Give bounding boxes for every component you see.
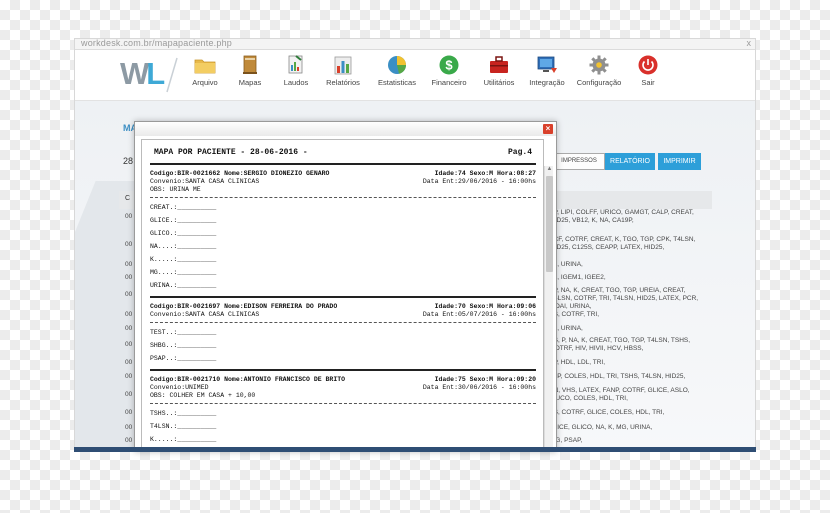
close-icon[interactable]: × [543, 124, 553, 134]
app-header: WL Arquivo Mapas Laudos Relatórios Estat… [75, 50, 755, 101]
patient-id-line: Codigo:BIR-0021697 Nome:EDISON FERREIRA … [150, 303, 536, 310]
divider [150, 322, 536, 323]
row-id: 00 [125, 391, 133, 398]
row-exams: ..3, URINA, [550, 261, 583, 268]
row-id: 00 [125, 373, 133, 380]
scroll-thumb[interactable] [546, 176, 553, 272]
patient-obs-line: OBS: COLHER EM CASA + 10,00 [150, 392, 256, 399]
exam-line: TSHS..:__________ [150, 410, 217, 417]
row-exams: ..CF, COTRF, CREAT, K, TGO, TGP, CPK, T4… [550, 236, 696, 251]
patient-convenio-line: Convenio:UNIMED Data Ent:30/06/2016 - 16:… [150, 384, 536, 391]
row-id: 00 [125, 311, 133, 318]
nav-sair[interactable]: Sair [616, 54, 680, 87]
exam-line: K.....:__________ [150, 256, 217, 263]
column-header: C [125, 195, 131, 202]
browser-close-icon[interactable]: x [747, 39, 752, 48]
report-modal: × MAPA POR PACIENTE - 28-06-2016 - Pag.4… [134, 121, 557, 452]
exam-line: CREAT.:__________ [150, 204, 217, 211]
row-id: 00 [125, 409, 133, 416]
report-icon [288, 55, 303, 74]
patient-convenio-line: Convenio:SANTA CASA CLINICAS Data Ent:29/… [150, 178, 536, 185]
row-id: 00 [125, 213, 133, 220]
exam-line: K.....:__________ [150, 436, 217, 443]
exam-line: GLICE.:__________ [150, 217, 217, 224]
browser-address-bar[interactable]: workdesk.com.br/mapapaciente.php x [75, 39, 755, 50]
exam-line: MG....:__________ [150, 269, 217, 276]
divider [150, 197, 536, 198]
row-id: 00 [125, 274, 133, 281]
scroll-up-icon[interactable]: ▲ [545, 166, 554, 175]
divider [150, 403, 536, 404]
row-exams: ..LICE, GLICO, NA, K, MG, URINA, [550, 424, 653, 431]
page-number: Pag.4 [507, 148, 532, 157]
url-text[interactable]: workdesk.com.br/mapapaciente.php [81, 39, 232, 48]
patient-convenio-line: Convenio:SANTA CASA CLINICAS Data Ent:05/… [150, 311, 536, 318]
power-icon [638, 55, 658, 75]
row-exams: ..IG, PSAP, [550, 437, 583, 444]
report-scrollbar[interactable]: ▲ [544, 166, 554, 451]
row-exams: ..S, P, NA, K, CREAT, TGO, TGP, T4LSN, T… [550, 337, 691, 352]
row-exams: ..S, COTRF, TRI, [550, 311, 599, 318]
row-id: 00 [125, 261, 133, 268]
imprimir-button[interactable]: IMPRIMIR [658, 153, 701, 170]
nav-label: Sair [641, 78, 655, 87]
exam-line: PSAP..:__________ [150, 355, 217, 362]
row-id: 00 [125, 325, 133, 332]
row-id: 00 [125, 241, 133, 248]
row-exams: ..P, HDL, LDL, TRI, [550, 359, 606, 366]
exam-line: GLICO.:__________ [150, 230, 217, 237]
row-exams: ..2, IGEM1, IGEE2, [550, 274, 606, 281]
date-field[interactable]: 28 [123, 156, 133, 166]
folder-icon [194, 59, 216, 74]
report-viewer[interactable]: MAPA POR PACIENTE - 28-06-2016 - Pag.4 C… [141, 139, 544, 451]
gear-icon [589, 55, 609, 75]
row-id: 00 [125, 424, 133, 431]
row-exams: ..LP, COLES, HDL, TRI, TSHS, T4LSN, HID2… [550, 373, 686, 380]
row-exams: ..P, NA, K, CREAT, TGO, TGP, UREIA, CREA… [550, 287, 699, 310]
monitor-sync-icon [537, 56, 557, 73]
row-id: 00 [125, 359, 133, 366]
row-id: 00 [125, 437, 133, 444]
taskbar-strip [74, 447, 756, 452]
report-header: MAPA POR PACIENTE - 28-06-2016 - Pag.4 [150, 146, 536, 165]
patient-block: Codigo:BIR-0021697 Nome:EDISON FERREIRA … [150, 298, 536, 371]
patient-id-line: Codigo:BIR-0021662 Nome:SERGIO DIONEZIO … [150, 170, 536, 177]
bar-chart-icon [334, 56, 352, 75]
svg-text:$: $ [445, 58, 453, 73]
modal-titlebar[interactable]: × [135, 122, 556, 136]
toolbox-icon [490, 56, 508, 73]
patient-id-line: Codigo:BIR-0021710 Nome:ANTONIO FRANCISC… [150, 376, 536, 383]
exam-line: NA....:__________ [150, 243, 217, 250]
patient-block: Codigo:BIR-0021710 Nome:ANTONIO FRANCISC… [150, 371, 536, 450]
exam-line: T4LSN.:__________ [150, 423, 217, 430]
exam-line: SHBG..:__________ [150, 342, 217, 349]
impressos-button[interactable]: IMPRESSOS [553, 153, 605, 170]
row-exams: ..N, VHS, LATEX, FANP, COTRF, GLICE, ASL… [550, 387, 690, 402]
report-title: MAPA POR PACIENTE - 28-06-2016 - [154, 148, 308, 157]
row-id: 00 [125, 341, 133, 348]
row-id: 00 [125, 291, 133, 298]
row-exams: ..3, URINA, [550, 325, 583, 332]
document-stack-icon [243, 55, 257, 74]
exam-line: TEST..:__________ [150, 329, 217, 336]
row-exams: ..S, COTRF, GLICE, COLES, HDL, TRI, [550, 409, 665, 416]
dollar-icon: $ [439, 55, 459, 75]
report-document: MAPA POR PACIENTE - 28-06-2016 - Pag.4 C… [150, 146, 536, 450]
exam-line: URINA.:__________ [150, 282, 217, 289]
pie-chart-icon [388, 56, 407, 74]
row-exams: ..P, LIPI, COLFF, URICO, GAMGT, CALP, CR… [550, 209, 694, 224]
relatorio-button[interactable]: RELATÓRIO [605, 153, 655, 170]
patient-obs-line: OBS: URINA ME [150, 186, 201, 193]
patient-block: Codigo:BIR-0021662 Nome:SERGIO DIONEZIO … [150, 165, 536, 298]
